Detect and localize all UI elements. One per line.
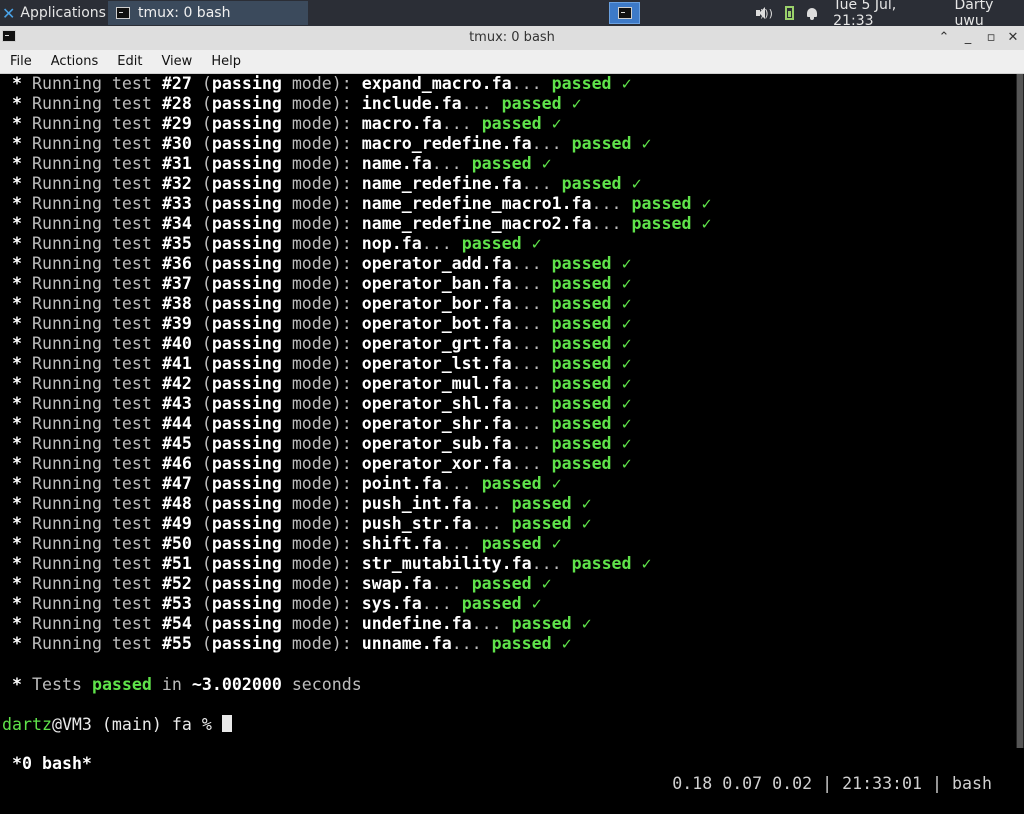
test-filename: point.fa (362, 474, 442, 493)
test-line: * Running test #36 (passing mode): opera… (12, 254, 632, 274)
menu-actions[interactable]: Actions (41, 54, 108, 69)
test-filename: undefine.fa (362, 614, 472, 633)
top-panel: ✕ Applications tmux: 0 bash ))) Tue 5 Ju… (0, 0, 1024, 26)
shell-prompt[interactable]: dartz@VM3 (main) fa % (2, 715, 232, 735)
test-filename: operator_ban.fa (362, 274, 512, 293)
test-filename: shift.fa (362, 534, 442, 553)
shade-button-icon[interactable]: ⌃ (934, 28, 954, 48)
test-line: * Running test #37 (passing mode): opera… (12, 274, 632, 294)
test-filename: operator_grt.fa (362, 334, 512, 353)
battery-icon[interactable] (785, 6, 794, 20)
text-cursor (222, 715, 232, 732)
test-filename: name_redefine_macro2.fa (362, 214, 592, 233)
test-line: * Running test #34 (passing mode): name_… (12, 214, 711, 234)
test-filename: include.fa (362, 94, 462, 113)
workspace-switcher[interactable] (609, 2, 640, 24)
close-button-icon[interactable]: ✕ (1003, 28, 1023, 48)
menu-help[interactable]: Help (201, 54, 250, 69)
menu-bar: File Actions Edit View Help (0, 50, 1024, 74)
test-filename: operator_bor.fa (362, 294, 512, 313)
test-line: * Running test #41 (passing mode): opera… (12, 354, 632, 374)
taskbar-item-terminal[interactable]: tmux: 0 bash (108, 1, 308, 25)
test-filename: str_mutability.fa (362, 554, 532, 573)
test-line: * Running test #39 (passing mode): opera… (12, 314, 632, 334)
workspace-terminal-icon (618, 7, 632, 19)
test-filename: operator_lst.fa (362, 354, 512, 373)
test-filename: operator_add.fa (362, 254, 512, 273)
terminal-scrollbar[interactable] (1016, 74, 1024, 748)
notification-bell-icon[interactable] (806, 7, 818, 20)
test-filename: nop.fa (362, 234, 422, 253)
test-filename: macro_redefine.fa (362, 134, 532, 153)
tmux-window-label[interactable]: *0 bash* (12, 754, 92, 774)
terminal-area[interactable]: * Running test #27 (passing mode): expan… (0, 74, 1024, 768)
test-line: * Running test #28 (passing mode): inclu… (12, 94, 582, 114)
test-filename: name.fa (362, 154, 432, 173)
test-filename: name_redefine_macro1.fa (362, 194, 592, 213)
test-filename: unname.fa (362, 634, 452, 653)
test-line: * Running test #31 (passing mode): name.… (12, 154, 552, 174)
test-filename: push_str.fa (362, 514, 472, 533)
test-line: * Running test #42 (passing mode): opera… (12, 374, 632, 394)
test-line: * Running test #33 (passing mode): name_… (12, 194, 711, 214)
minimize-button-icon[interactable]: _ (958, 28, 978, 48)
window-titlebar[interactable]: tmux: 0 bash ⌃ _ ▫ ✕ (0, 26, 1024, 50)
terminal-icon (116, 7, 130, 19)
test-filename: macro.fa (362, 114, 442, 133)
test-filename: operator_sub.fa (362, 434, 512, 453)
taskbar-item-title: tmux: 0 bash (138, 5, 230, 21)
test-line: * Running test #54 (passing mode): undef… (12, 614, 592, 634)
test-line: * Running test #46 (passing mode): opera… (12, 454, 632, 474)
test-line: * Running test #50 (passing mode): shift… (12, 534, 562, 554)
summary-line: * Tests passed in ~3.002000 seconds (12, 675, 362, 695)
applications-menu[interactable]: ✕ Applications (0, 0, 112, 26)
test-line: * Running test #45 (passing mode): opera… (12, 434, 632, 454)
test-line: * Running test #40 (passing mode): opera… (12, 334, 632, 354)
test-filename: push_int.fa (362, 494, 472, 513)
test-line: * Running test #32 (passing mode): name_… (12, 174, 642, 194)
volume-icon[interactable]: ))) (756, 7, 773, 20)
menu-file[interactable]: File (0, 54, 41, 69)
test-line: * Running test #38 (passing mode): opera… (12, 294, 632, 314)
menu-edit[interactable]: Edit (107, 54, 151, 69)
test-line: * Running test #30 (passing mode): macro… (12, 134, 652, 154)
test-filename: sys.fa (362, 594, 422, 613)
test-filename: operator_xor.fa (362, 454, 512, 473)
system-tray: ))) Tue 5 Jul, 21:33 Darty uwu (756, 0, 1024, 26)
test-line: * Running test #48 (passing mode): push_… (12, 494, 592, 514)
test-filename: expand_macro.fa (362, 74, 512, 93)
test-line: * Running test #43 (passing mode): opera… (12, 394, 632, 414)
scrollbar-thumb[interactable] (1017, 74, 1023, 748)
tmux-status-right: 0.18 0.07 0.02 | 21:33:01 | bash (672, 774, 992, 794)
test-filename: name_redefine.fa (362, 174, 522, 193)
test-line: * Running test #47 (passing mode): point… (12, 474, 562, 494)
clock[interactable]: Tue 5 Jul, 21:33 (833, 0, 936, 29)
window-title: tmux: 0 bash (0, 30, 1024, 45)
test-line: * Running test #35 (passing mode): nop.f… (12, 234, 542, 254)
xfce-logo-icon: ✕ (2, 4, 15, 23)
user-menu[interactable]: Darty uwu (955, 0, 1024, 29)
test-line: * Running test #51 (passing mode): str_m… (12, 554, 652, 574)
maximize-button-icon[interactable]: ▫ (981, 28, 1001, 48)
menu-view[interactable]: View (151, 54, 201, 69)
test-filename: swap.fa (362, 574, 432, 593)
test-line: * Running test #53 (passing mode): sys.f… (12, 594, 542, 614)
test-filename: operator_bot.fa (362, 314, 512, 333)
tmux-status-bar: *0 bash* 0.18 0.07 0.02 | 21:33:01 | bas… (0, 734, 1016, 754)
test-filename: operator_shr.fa (362, 414, 512, 433)
test-line: * Running test #55 (passing mode): unnam… (12, 634, 572, 654)
test-line: * Running test #52 (passing mode): swap.… (12, 574, 552, 594)
test-filename: operator_shl.fa (362, 394, 512, 413)
applications-label: Applications (20, 5, 106, 21)
test-line: * Running test #29 (passing mode): macro… (12, 114, 562, 134)
test-filename: operator_mul.fa (362, 374, 512, 393)
test-line: * Running test #44 (passing mode): opera… (12, 414, 632, 434)
test-line: * Running test #49 (passing mode): push_… (12, 514, 592, 534)
test-line: * Running test #27 (passing mode): expan… (12, 74, 632, 94)
